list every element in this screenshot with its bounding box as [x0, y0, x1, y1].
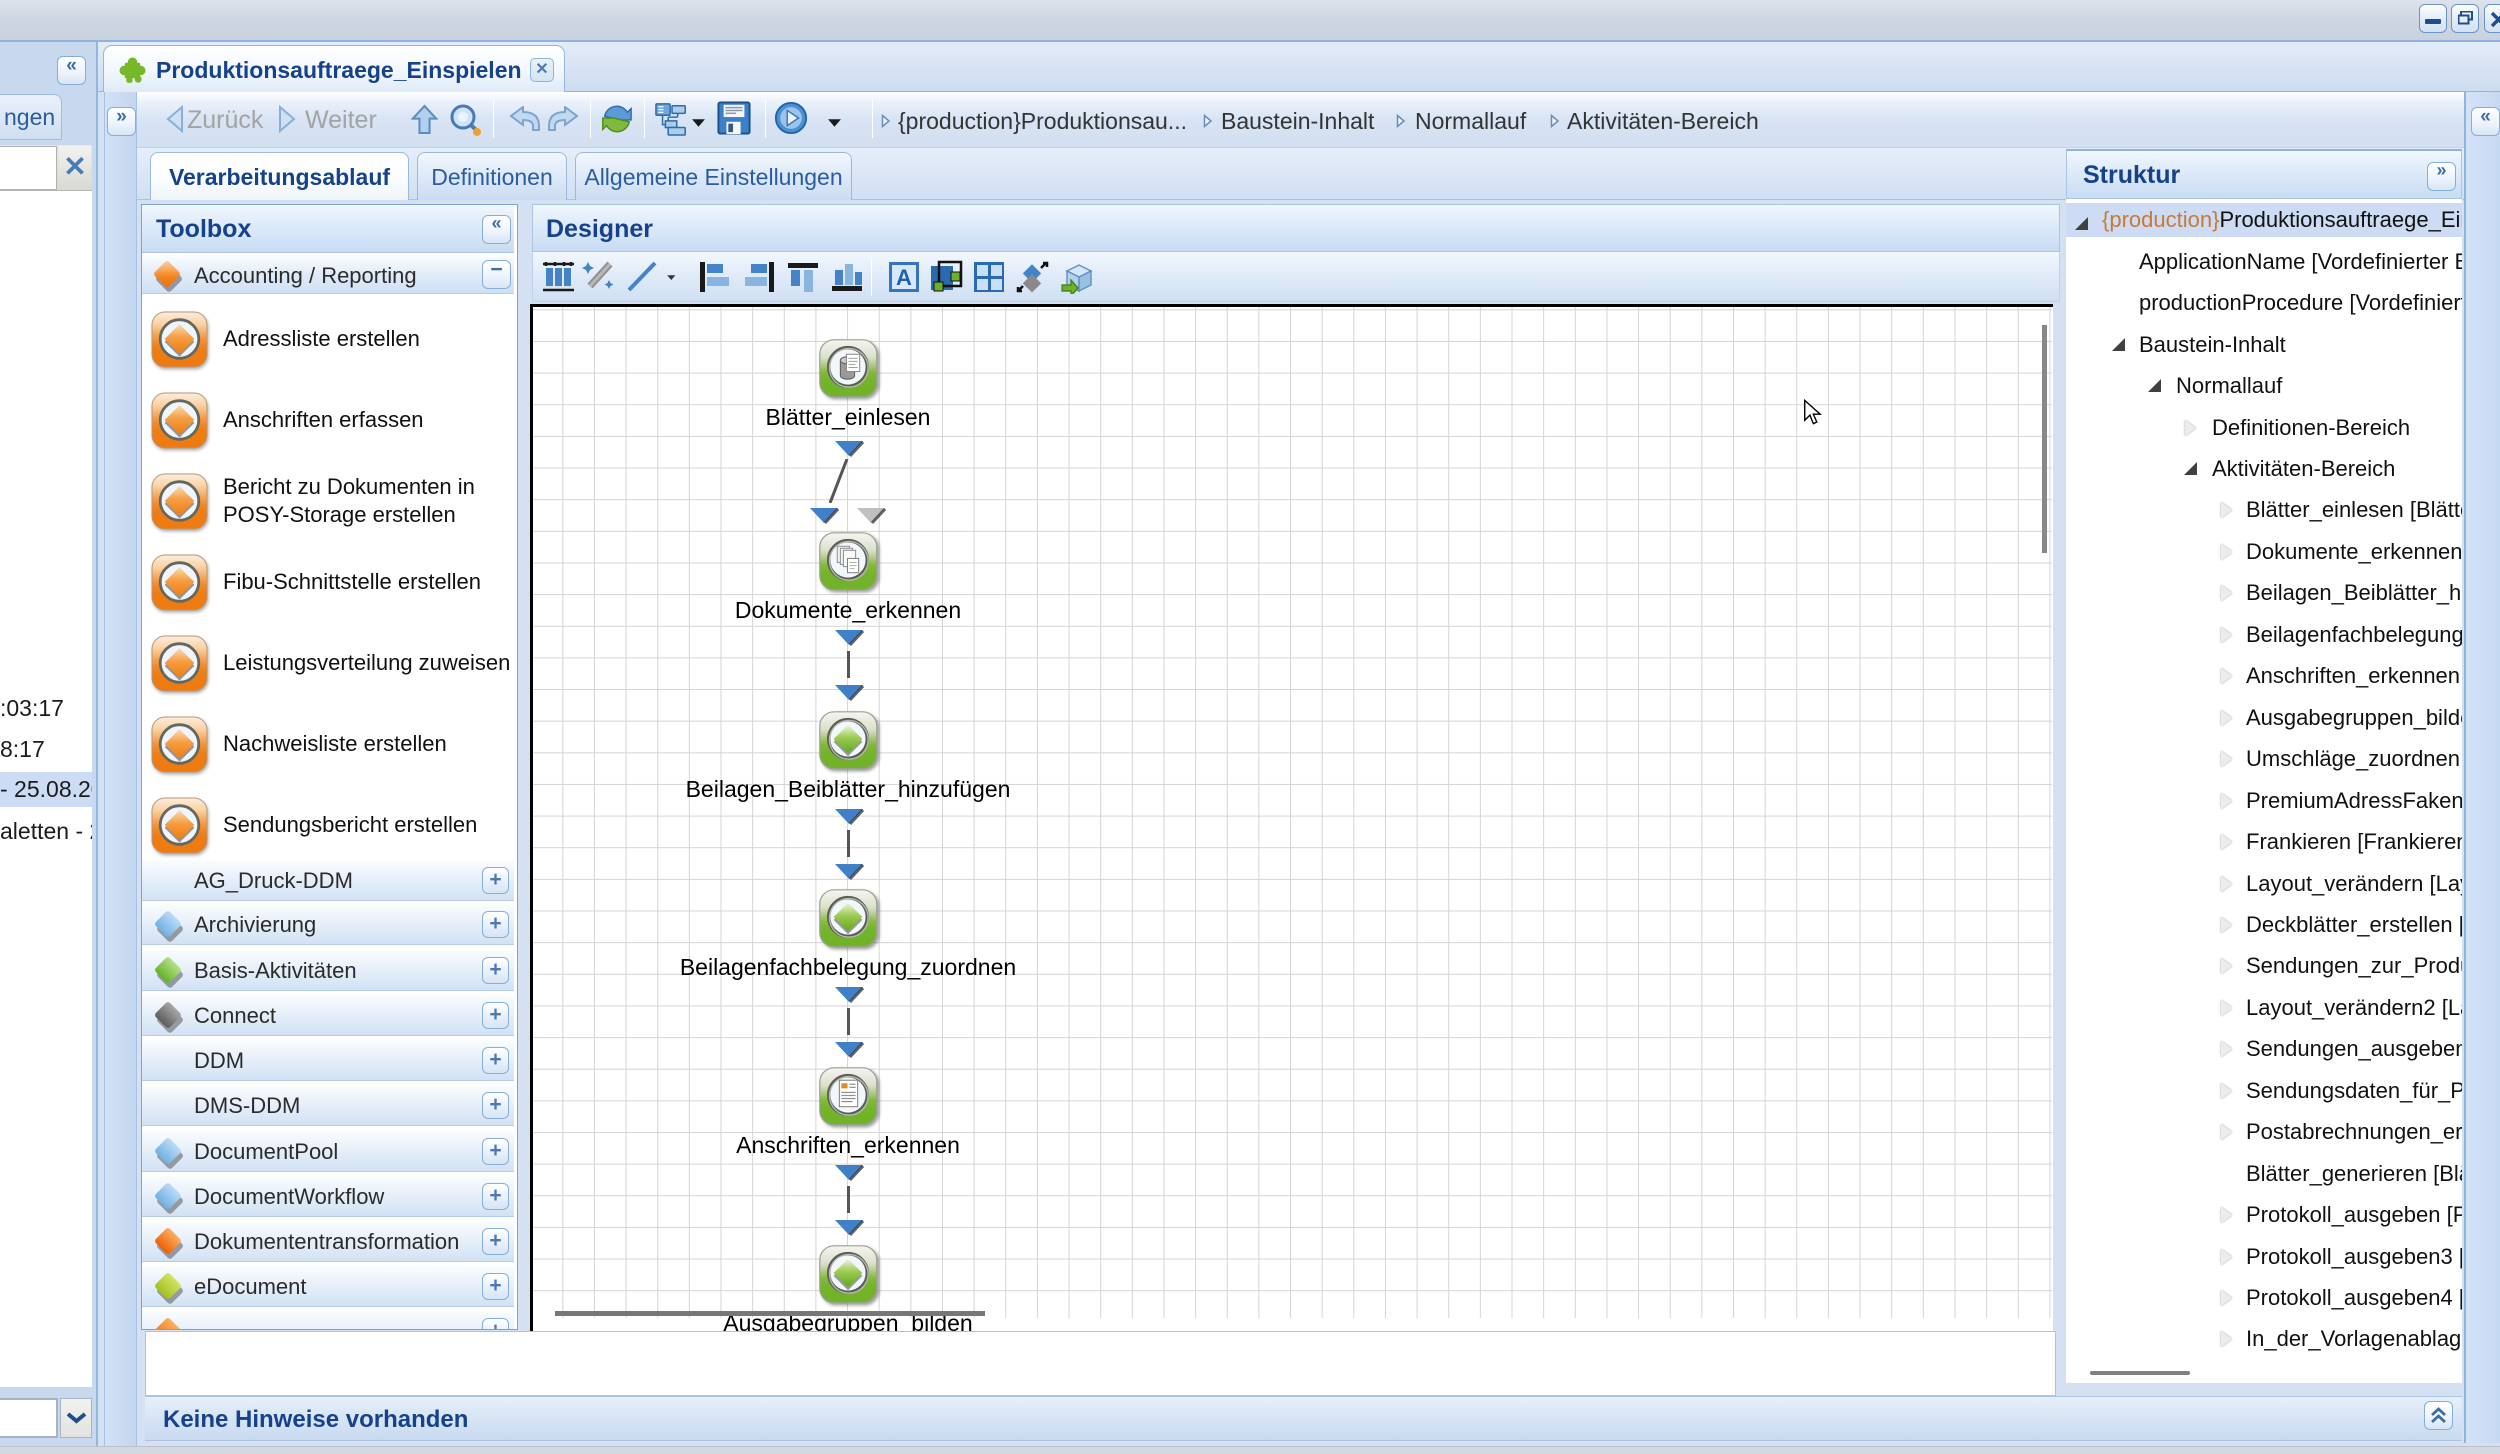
svg-text:A: A [896, 265, 912, 290]
